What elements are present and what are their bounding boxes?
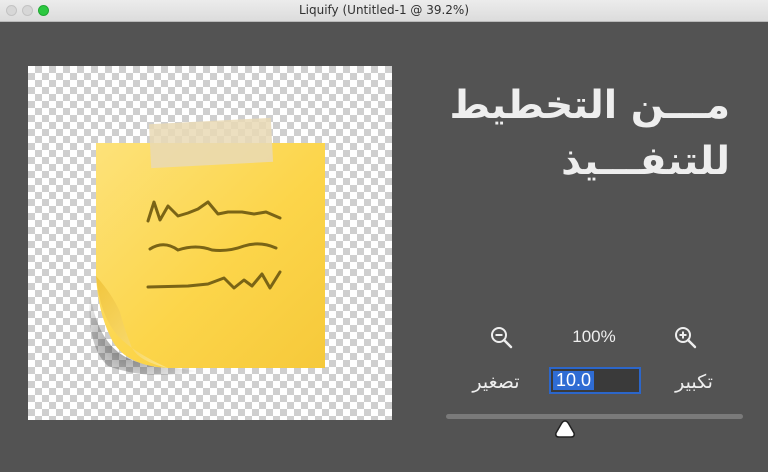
liquify-window: Liquify (Untitled-1 @ 39.2%) مـــن التخط… — [0, 0, 768, 472]
brush-size-input[interactable]: 10.0 — [549, 367, 641, 394]
decrease-label: تصغير — [472, 371, 520, 393]
window-title: Liquify (Untitled-1 @ 39.2%) — [298, 3, 470, 17]
zoom-out-button[interactable] — [489, 325, 515, 351]
zoom-in-button[interactable] — [673, 325, 699, 351]
slider-thumb-icon — [554, 420, 575, 438]
increase-label: تكبير — [675, 371, 713, 393]
overlay-title-line-2: للتنفـــيذ — [561, 139, 730, 184]
zoom-out-icon — [491, 327, 513, 349]
brush-size-slider[interactable] — [446, 414, 743, 419]
image-canvas[interactable] — [28, 66, 392, 420]
zoom-in-icon — [675, 327, 697, 349]
overlay-title-line-1: مـــن التخطيط — [449, 83, 730, 128]
overlay-title: مـــن التخطيط للتنفـــيذ — [430, 78, 730, 190]
slider-thumb[interactable] — [554, 420, 576, 438]
brush-size-value[interactable]: 10.0 — [553, 371, 595, 390]
sticky-note-image — [89, 117, 325, 375]
title-bar: Liquify (Untitled-1 @ 39.2%) — [0, 0, 768, 22]
zoom-percent-label: 100% — [572, 327, 616, 346]
